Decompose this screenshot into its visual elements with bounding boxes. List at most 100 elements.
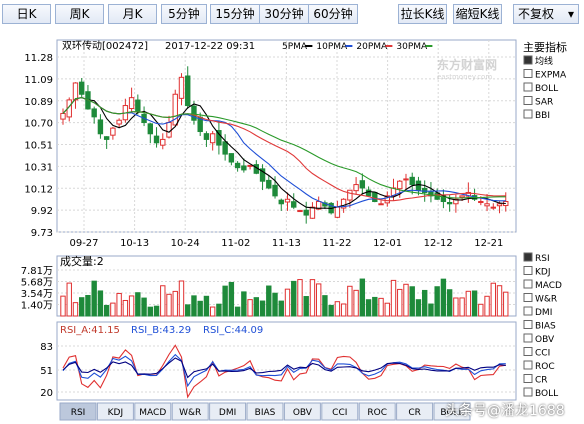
- bottom-tab-w-r[interactable]: W&R: [171, 402, 209, 421]
- indicator-checkbox[interactable]: [523, 266, 533, 275]
- indicator-checkbox[interactable]: [523, 360, 533, 370]
- bottom-tab-bias[interactable]: BIAS: [246, 402, 284, 421]
- volume-bar: [266, 285, 272, 317]
- main-x-tick: 10-13: [120, 238, 149, 249]
- sub-indicator-option[interactable]: KDJ: [523, 266, 551, 278]
- volume-bar: [60, 295, 66, 317]
- bottom-tab-dmi[interactable]: DMI: [209, 402, 247, 421]
- candle-body: [284, 198, 291, 203]
- candle-body: [266, 179, 272, 189]
- main-indicator-option[interactable]: SAR: [523, 96, 553, 108]
- sub-indicator-option[interactable]: CR: [523, 374, 548, 386]
- volume-bar: [340, 303, 347, 317]
- indicator-checkbox[interactable]: [523, 293, 533, 302]
- volume-bar: [465, 290, 472, 317]
- candle-body: [309, 206, 316, 219]
- volume-bar: [490, 282, 496, 317]
- candle-body: [409, 176, 415, 186]
- volume-bar: [153, 305, 160, 317]
- main-indicator-option[interactable]: BBI: [523, 109, 550, 121]
- main-indicator-option[interactable]: BOLL: [523, 82, 558, 94]
- main-x-tick: 11-02: [221, 238, 250, 249]
- candle-body: [178, 76, 185, 99]
- candlestick-series: [60, 66, 509, 224]
- indicator-checkbox[interactable]: [523, 55, 533, 65]
- main-x-tick: 12-12: [424, 238, 453, 249]
- bottom-tab-rsi[interactable]: RSI: [59, 402, 97, 421]
- candle-body: [459, 195, 465, 198]
- volume-bar: [203, 295, 210, 317]
- ma-legend-label: 10PMA: [316, 42, 348, 52]
- bottom-tab-label: BIAS: [255, 408, 276, 418]
- volume-bar: [241, 291, 247, 317]
- indicator-label: OBV: [535, 335, 555, 345]
- indicator-checkbox[interactable]: [523, 96, 533, 105]
- sub-indicator-option[interactable]: CCI: [523, 347, 550, 359]
- candle-body: [222, 141, 228, 155]
- sub-indicator-option[interactable]: DMI: [523, 306, 552, 318]
- sub-indicator-option[interactable]: BOLL: [523, 387, 558, 399]
- volume-bar: [365, 299, 372, 317]
- volume-bar: [434, 286, 440, 317]
- indicator-checkbox[interactable]: [523, 320, 533, 329]
- indicator-label: MACD: [535, 281, 562, 291]
- indicator-checkbox[interactable]: [523, 69, 533, 78]
- sub-indicator-option[interactable]: MACD: [523, 279, 562, 291]
- volume-y-tick: 1.40万: [21, 301, 53, 312]
- indicator-checkbox[interactable]: [523, 82, 533, 92]
- volume-bar: [291, 280, 297, 317]
- candle-body: [378, 203, 384, 206]
- volume-bar: [172, 290, 178, 317]
- indicator-checkbox[interactable]: [523, 387, 533, 397]
- sub-indicator-option[interactable]: ROC: [523, 360, 555, 372]
- volume-bar: [85, 294, 91, 317]
- bottom-tab-macd[interactable]: MACD: [134, 402, 172, 421]
- volume-bar: [272, 292, 278, 317]
- candle-body: [291, 201, 297, 208]
- volume-bar: [496, 285, 503, 317]
- candle-body: [135, 99, 141, 112]
- candle-body: [278, 199, 284, 205]
- indicator-panel: 主要指标均线 EXPMA BOLL SAR BBI RSI KDJ MACD W&R DMI BIA…: [523, 40, 567, 399]
- sub-indicator-option[interactable]: OBV: [523, 333, 555, 345]
- candle-body: [147, 123, 154, 135]
- bottom-tab-roc[interactable]: ROC: [358, 402, 396, 421]
- candle-body: [166, 121, 172, 138]
- candle-body: [91, 108, 97, 118]
- main-indicator-option[interactable]: EXPMA: [523, 69, 567, 81]
- indicator-checkbox[interactable]: [523, 252, 533, 262]
- main-x-tick: 11-13: [272, 238, 301, 249]
- candle-body: [228, 153, 235, 163]
- bottom-tab-cci[interactable]: CCI: [321, 402, 359, 421]
- sub-indicator-option[interactable]: BIAS: [523, 320, 556, 332]
- candle-body: [110, 127, 116, 136]
- indicator-checkbox[interactable]: [523, 306, 533, 316]
- indicator-checkbox[interactable]: [523, 374, 533, 383]
- bottom-tab-obv[interactable]: OBV: [283, 402, 321, 421]
- volume-bar: [66, 282, 72, 317]
- volume-y-tick: 5.68万: [21, 278, 53, 289]
- main-indicator-option[interactable]: 均线: [523, 55, 553, 67]
- sub-indicator-option[interactable]: W&R: [523, 293, 557, 305]
- bottom-tab-kdj[interactable]: KDJ: [96, 402, 134, 421]
- volume-bar: [484, 295, 490, 317]
- rsi-y-tick: 51: [40, 366, 53, 377]
- bottom-tab-label: DMI: [219, 408, 236, 418]
- eastmoney-watermark: 东方财富网 eastmoney.com: [437, 57, 497, 81]
- volume-bar: [334, 301, 341, 317]
- indicator-label: W&R: [535, 295, 557, 305]
- bottom-tab-cr[interactable]: CR: [396, 402, 434, 421]
- candle-body: [446, 201, 453, 205]
- indicator-checkbox[interactable]: [523, 279, 533, 289]
- sub-indicator-option[interactable]: RSI: [523, 252, 550, 264]
- candle-body: [60, 112, 66, 120]
- indicator-checkbox[interactable]: [523, 333, 533, 343]
- main-y-tick: 9.73: [31, 228, 53, 239]
- volume-y-tick: 7.81万: [21, 266, 53, 277]
- indicator-checkbox[interactable]: [523, 109, 533, 119]
- candle-body: [478, 201, 484, 204]
- rsi-y-tick: 83: [40, 342, 53, 353]
- volume-bar: [222, 285, 228, 317]
- indicator-checkbox[interactable]: [523, 347, 533, 356]
- volume-bar: [453, 297, 459, 317]
